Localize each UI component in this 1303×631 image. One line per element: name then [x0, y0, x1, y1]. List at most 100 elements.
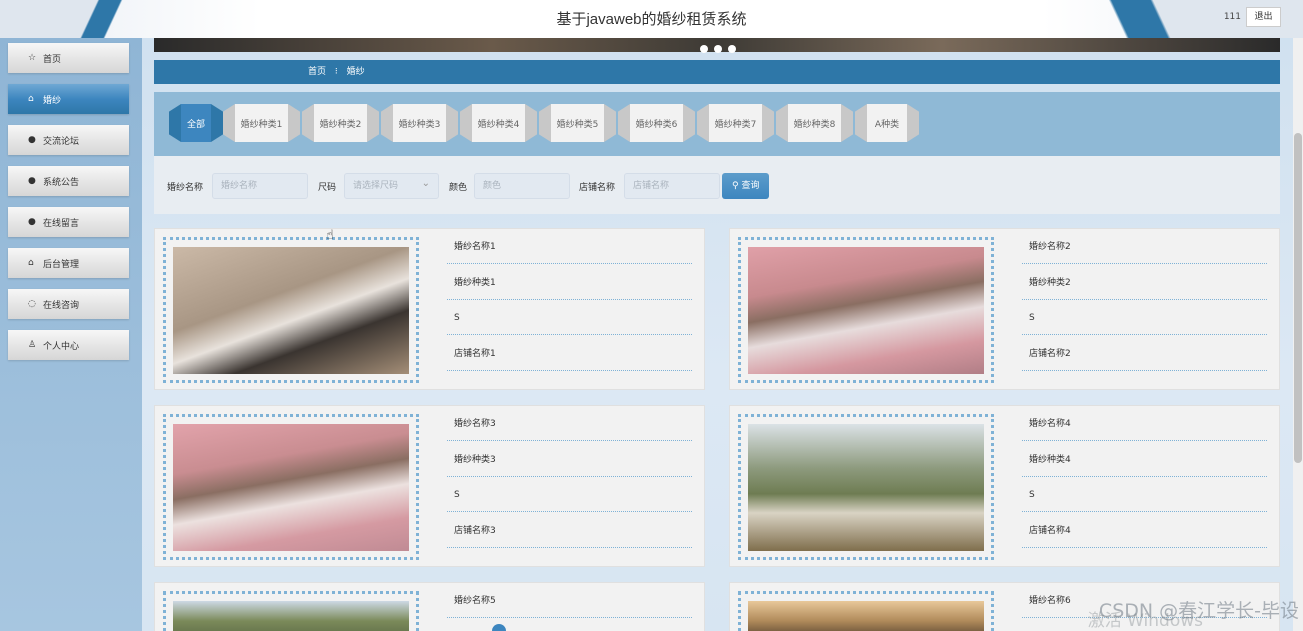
sidebar-item-profile[interactable]: ♙ 个人中心	[8, 330, 129, 360]
tab-all[interactable]: 全部	[169, 104, 223, 142]
product-image-frame	[163, 591, 419, 631]
tab-label: 婚纱种类6	[635, 119, 678, 130]
tab-label: 婚纱种类4	[477, 119, 520, 130]
home-icon: ⌂	[28, 94, 34, 104]
product-image-frame	[163, 237, 419, 383]
name-label: 婚纱名称	[167, 183, 204, 193]
question-icon: ●	[28, 176, 36, 186]
product-name: 婚纱名称2	[1022, 236, 1267, 264]
tab-category-3[interactable]: 婚纱种类3	[381, 104, 458, 142]
tab-label: 婚纱种类7	[714, 119, 757, 130]
info-circle-icon: ●	[28, 217, 36, 227]
carousel-dot[interactable]	[700, 45, 708, 53]
product-type: 婚纱种类1	[447, 272, 692, 300]
sidebar-item-label: 系统公告	[43, 177, 80, 188]
product-type: 婚纱种类4	[1022, 449, 1267, 477]
username-label[interactable]: 111	[1224, 12, 1241, 22]
tab-category-a[interactable]: A种类	[855, 104, 919, 142]
product-image[interactable]	[748, 424, 984, 551]
product-size: S	[447, 307, 692, 335]
breadcrumb-home[interactable]: 首页	[308, 67, 326, 77]
product-card[interactable]: 婚纱名称5	[154, 582, 705, 631]
carousel-dot[interactable]	[728, 45, 736, 53]
info-icon: ●	[28, 135, 36, 145]
product-type: 婚纱种类3	[447, 449, 692, 477]
query-button[interactable]: ⚲ 查询	[722, 173, 770, 199]
product-image-frame	[163, 414, 419, 560]
product-size: S	[1022, 307, 1267, 335]
breadcrumb-current: 婚纱	[346, 67, 365, 77]
product-card[interactable]: 婚纱名称3 婚纱种类3 S 店铺名称3	[154, 405, 705, 567]
tab-category-2[interactable]: 婚纱种类2	[302, 104, 379, 142]
sidebar-item-label: 婚纱	[43, 95, 62, 106]
csdn-watermark: CSDN @春江学长-毕设	[1098, 600, 1299, 622]
tab-label: A种类	[874, 119, 900, 130]
product-size: S	[447, 484, 692, 512]
tab-category-7[interactable]: 婚纱种类7	[697, 104, 774, 142]
tab-category-4[interactable]: 婚纱种类4	[460, 104, 537, 142]
product-card[interactable]: 婚纱名称1 婚纱种类1 S 店铺名称1	[154, 228, 705, 390]
tab-label: 婚纱种类8	[793, 119, 836, 130]
product-image[interactable]	[173, 424, 409, 551]
sidebar-item-messages[interactable]: ● 在线留言	[8, 207, 129, 237]
logout-button[interactable]: 退出	[1246, 7, 1281, 27]
product-image[interactable]	[748, 247, 984, 374]
page-scrollbar[interactable]	[1293, 38, 1303, 631]
product-image-frame	[738, 591, 994, 631]
headset-icon: ◌	[28, 299, 36, 309]
tab-label: 婚纱种类1	[240, 119, 283, 130]
sidebar: ☆ 首页 ⌂ 婚纱 ● 交流论坛 ● 系统公告 ● 在线留言 ⌂ 后台管理 ◌ …	[0, 38, 142, 631]
tab-label: 婚纱种类5	[556, 119, 599, 130]
shop-label: 店铺名称	[579, 183, 616, 193]
sidebar-item-label: 在线留言	[43, 218, 80, 229]
product-image-frame	[738, 237, 994, 383]
shop-input[interactable]: 店铺名称	[624, 173, 720, 199]
product-shop: 店铺名称1	[447, 343, 692, 371]
product-card[interactable]: 婚纱名称2 婚纱种类2 S 店铺名称2	[729, 228, 1280, 390]
sidebar-item-wedding-dress[interactable]: ⌂ 婚纱	[8, 84, 129, 114]
top-header: 基于javaweb的婚纱租赁系统 111 退出	[0, 0, 1303, 38]
tab-category-5[interactable]: 婚纱种类5	[539, 104, 616, 142]
sidebar-item-label: 后台管理	[43, 259, 80, 270]
back-to-top-icon[interactable]	[492, 624, 506, 631]
query-label: 查询	[741, 181, 760, 191]
tab-label: 全部	[186, 119, 205, 130]
product-name: 婚纱名称4	[1022, 413, 1267, 441]
sidebar-item-home[interactable]: ☆ 首页	[8, 43, 129, 73]
tab-category-6[interactable]: 婚纱种类6	[618, 104, 695, 142]
breadcrumb-separator: ⁝	[334, 67, 338, 77]
star-icon: ☆	[28, 53, 37, 63]
user-icon: ♙	[28, 340, 37, 350]
product-image-frame	[738, 414, 994, 560]
sidebar-item-consult[interactable]: ◌ 在线咨询	[8, 289, 129, 319]
tab-category-1[interactable]: 婚纱种类1	[223, 104, 300, 142]
product-card[interactable]: 婚纱名称4 婚纱种类4 S 店铺名称4	[729, 405, 1280, 567]
product-size: S	[1022, 484, 1267, 512]
color-input[interactable]: 颜色	[474, 173, 570, 199]
sidebar-item-label: 在线咨询	[43, 300, 80, 311]
product-image[interactable]	[173, 601, 409, 631]
sidebar-item-label: 交流论坛	[43, 136, 80, 147]
carousel-dots	[700, 38, 742, 57]
tab-category-8[interactable]: 婚纱种类8	[776, 104, 853, 142]
name-input[interactable]: 婚纱名称	[212, 173, 308, 199]
product-name: 婚纱名称1	[447, 236, 692, 264]
product-image[interactable]	[173, 247, 409, 374]
size-label: 尺码	[318, 183, 337, 193]
scrollbar-thumb[interactable]	[1294, 133, 1302, 463]
tab-label: 婚纱种类3	[398, 119, 441, 130]
product-shop: 店铺名称3	[447, 520, 692, 548]
tab-label: 婚纱种类2	[319, 119, 362, 130]
sidebar-item-announcements[interactable]: ● 系统公告	[8, 166, 129, 196]
breadcrumb: 首页 ⁝ 婚纱	[154, 60, 1280, 84]
product-name: 婚纱名称3	[447, 413, 692, 441]
category-tabs: 全部 婚纱种类1 婚纱种类2 婚纱种类3 婚纱种类4 婚纱种类5 婚纱种类6 婚…	[154, 92, 1280, 156]
product-shop: 店铺名称4	[1022, 520, 1267, 548]
carousel-dot[interactable]	[714, 45, 722, 53]
sidebar-item-forum[interactable]: ● 交流论坛	[8, 125, 129, 155]
size-select[interactable]: 请选择尺码	[344, 172, 439, 199]
search-panel: 婚纱名称 婚纱名称 尺码 请选择尺码 颜色 颜色 店铺名称 店铺名称 ⚲ 查询	[154, 156, 1280, 214]
product-image[interactable]	[748, 601, 984, 631]
product-name: 婚纱名称5	[447, 590, 692, 618]
sidebar-item-admin[interactable]: ⌂ 后台管理	[8, 248, 129, 278]
